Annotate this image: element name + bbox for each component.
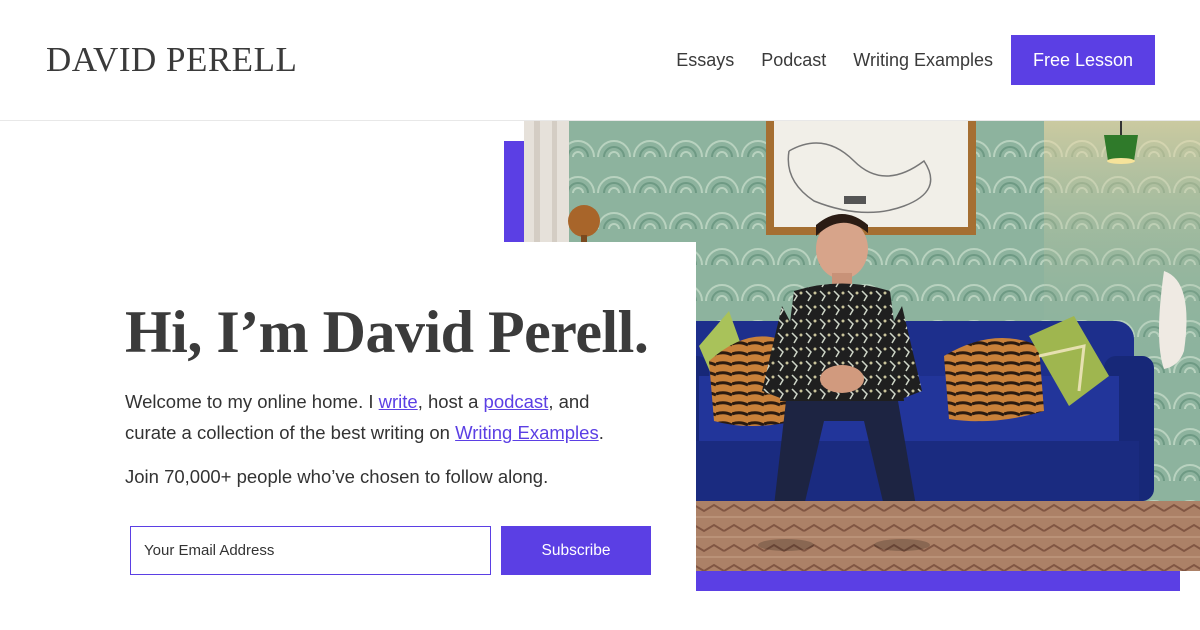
site-logo[interactable]: DAVID PERELL bbox=[46, 40, 297, 80]
site-header: DAVID PERELL Essays Podcast Writing Exam… bbox=[0, 0, 1200, 121]
free-lesson-button[interactable]: Free Lesson bbox=[1011, 35, 1155, 85]
podcast-link[interactable]: podcast bbox=[484, 391, 549, 412]
write-link[interactable]: write bbox=[379, 391, 418, 412]
subscribe-button[interactable]: Subscribe bbox=[501, 526, 651, 575]
nav-link-writing-examples[interactable]: Writing Examples bbox=[853, 50, 993, 71]
intro-text-1: Welcome to my online home. I bbox=[125, 391, 379, 412]
hero-intro: Welcome to my online home. I write, host… bbox=[125, 386, 645, 448]
writing-examples-link[interactable]: Writing Examples bbox=[455, 422, 599, 443]
intro-text-2: , host a bbox=[417, 391, 484, 412]
hero-headline: Hi, I’m David Perell. bbox=[125, 299, 649, 365]
nav-link-essays[interactable]: Essays bbox=[676, 50, 734, 71]
main-nav: Essays Podcast Writing Examples Free Les… bbox=[676, 35, 1155, 85]
accent-bar-top bbox=[504, 141, 524, 242]
intro-text-4: . bbox=[598, 422, 604, 443]
join-text: Join 70,000+ people who’ve chosen to fol… bbox=[125, 466, 549, 487]
nav-link-podcast[interactable]: Podcast bbox=[761, 50, 826, 71]
email-input[interactable] bbox=[130, 526, 491, 575]
accent-bar-bottom bbox=[696, 571, 1180, 591]
